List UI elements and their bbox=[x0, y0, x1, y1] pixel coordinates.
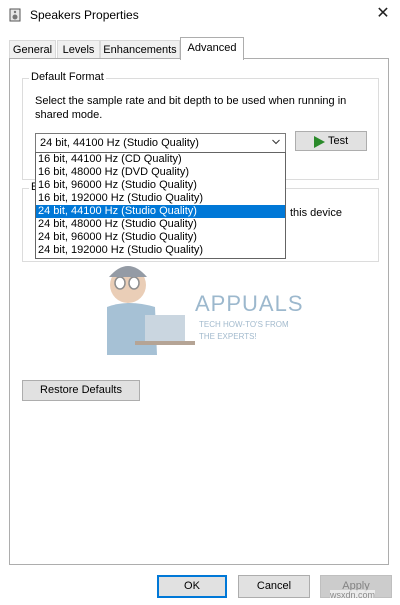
close-icon: ✕ bbox=[376, 5, 390, 22]
cancel-button[interactable]: Cancel bbox=[238, 575, 310, 598]
tab-advanced[interactable]: Advanced bbox=[180, 37, 244, 60]
ok-button[interactable]: OK bbox=[157, 575, 227, 598]
format-option[interactable]: 16 bit, 192000 Hz (Studio Quality) bbox=[36, 192, 285, 205]
watermark-subtitle: TECH HOW-TO'S FROM bbox=[199, 320, 289, 329]
default-format-description: Select the sample rate and bit depth to … bbox=[35, 95, 347, 121]
format-dropdown-list[interactable]: 16 bit, 44100 Hz (CD Quality) 16 bit, 48… bbox=[35, 152, 286, 259]
play-icon bbox=[314, 136, 325, 148]
window-title: Speakers Properties bbox=[30, 8, 139, 22]
format-option[interactable]: 24 bit, 192000 Hz (Studio Quality) bbox=[36, 244, 285, 257]
format-option[interactable]: 16 bit, 96000 Hz (Studio Quality) bbox=[36, 179, 285, 192]
tab-levels[interactable]: Levels bbox=[57, 40, 100, 59]
test-button[interactable]: Test bbox=[295, 131, 367, 151]
test-button-label: Test bbox=[328, 135, 349, 147]
tab-general[interactable]: General bbox=[9, 40, 56, 59]
default-format-label: Default Format bbox=[29, 71, 106, 83]
exclusive-mode-text: this device bbox=[290, 207, 342, 219]
speaker-icon bbox=[9, 8, 21, 22]
format-option[interactable]: 24 bit, 96000 Hz (Studio Quality) bbox=[36, 231, 285, 244]
format-option[interactable]: 16 bit, 48000 Hz (DVD Quality) bbox=[36, 166, 285, 179]
format-select-value: 24 bit, 44100 Hz (Studio Quality) bbox=[40, 137, 199, 149]
watermark-title: APPUALS bbox=[195, 291, 304, 316]
title-bar: Speakers Properties ✕ bbox=[0, 0, 400, 31]
close-button[interactable]: ✕ bbox=[370, 3, 396, 27]
format-select[interactable]: 24 bit, 44100 Hz (Studio Quality) bbox=[35, 133, 286, 153]
watermark-subtitle: THE EXPERTS! bbox=[199, 332, 257, 341]
format-option[interactable]: 24 bit, 48000 Hz (Studio Quality) bbox=[36, 218, 285, 231]
site-watermark: wsxdn.com bbox=[330, 590, 376, 600]
format-option[interactable]: 16 bit, 44100 Hz (CD Quality) bbox=[36, 153, 285, 166]
restore-defaults-button[interactable]: Restore Defaults bbox=[22, 380, 140, 401]
format-option-highlighted[interactable]: 24 bit, 44100 Hz (Studio Quality) bbox=[36, 205, 285, 218]
tab-enhancements[interactable]: Enhancements bbox=[100, 40, 180, 59]
chevron-down-icon bbox=[272, 139, 280, 145]
